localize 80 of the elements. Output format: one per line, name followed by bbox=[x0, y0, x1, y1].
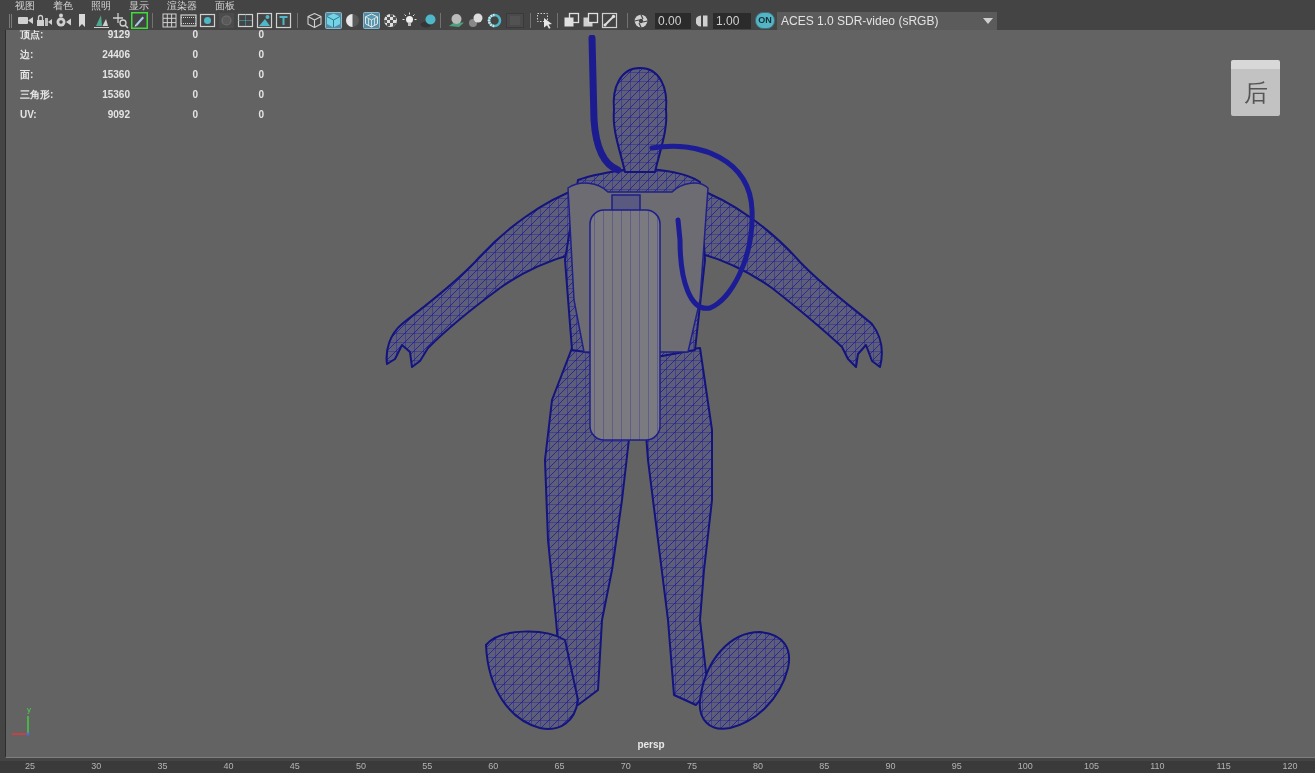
menu-item[interactable]: 照明 bbox=[91, 0, 111, 11]
camera-lock-icon[interactable] bbox=[36, 12, 53, 29]
stat-value: 0 bbox=[258, 30, 264, 40]
two-spheres-icon[interactable] bbox=[467, 12, 484, 29]
pencil-icon[interactable] bbox=[131, 12, 148, 29]
stat-label: UV: bbox=[20, 109, 37, 120]
dotted-cross-icon[interactable] bbox=[237, 12, 254, 29]
menu-item[interactable]: 渲染器 bbox=[167, 0, 197, 11]
checker-circle-icon[interactable] bbox=[382, 12, 399, 29]
stat-value: 0 bbox=[192, 50, 198, 60]
menu-item[interactable]: 面板 bbox=[215, 0, 235, 11]
stat-value: 0 bbox=[258, 70, 264, 80]
sphere-shadow-icon[interactable] bbox=[420, 12, 437, 29]
stacked-squares-icon[interactable] bbox=[582, 12, 599, 29]
stat-value: 0 bbox=[192, 30, 198, 40]
axis-gizmo-icon bbox=[12, 716, 32, 736]
frame-number: 65 bbox=[554, 761, 565, 771]
light-bulb-icon[interactable] bbox=[401, 12, 418, 29]
dotted-select-cursor-icon[interactable] bbox=[536, 12, 553, 29]
stat-label: 三角形: bbox=[20, 89, 54, 100]
frame-number: 115 bbox=[1216, 761, 1231, 771]
sphere-on-plane-icon[interactable] bbox=[448, 12, 465, 29]
stat-label: 边: bbox=[20, 49, 34, 60]
stat-value: 0 bbox=[258, 110, 264, 120]
stat-value: 9129 bbox=[107, 30, 130, 40]
picture-icon[interactable] bbox=[256, 12, 273, 29]
frame-number: 85 bbox=[819, 761, 830, 771]
film-strip-icon[interactable] bbox=[180, 12, 197, 29]
circle-in-square-icon[interactable] bbox=[199, 12, 216, 29]
stat-value: 15360 bbox=[102, 70, 130, 80]
frame-number: 25 bbox=[25, 761, 35, 771]
contrast-icon[interactable] bbox=[696, 14, 708, 27]
frame-number: 100 bbox=[1017, 761, 1033, 771]
color-management-button[interactable]: ON bbox=[755, 12, 775, 29]
frame-number: 95 bbox=[951, 761, 962, 771]
frame-number: 110 bbox=[1150, 761, 1165, 771]
stat-value: 24406 bbox=[102, 50, 130, 60]
frame-number: 45 bbox=[289, 761, 300, 771]
move-magnifier-icon[interactable] bbox=[112, 12, 129, 29]
menu-item[interactable]: 视图 bbox=[15, 0, 35, 11]
frame-number: 80 bbox=[753, 761, 764, 771]
overlapping-squares-icon[interactable] bbox=[563, 12, 580, 29]
frame-number: 50 bbox=[355, 761, 366, 771]
ring-icon[interactable] bbox=[486, 12, 503, 29]
stat-value: 0 bbox=[192, 90, 198, 100]
stat-value: 0 bbox=[192, 70, 198, 80]
gamma-field[interactable]: 1.00 bbox=[713, 12, 751, 29]
frame-number: 75 bbox=[686, 761, 697, 771]
stat-label: 面: bbox=[20, 69, 34, 80]
exposure-field[interactable]: 0.00 bbox=[655, 12, 691, 29]
frame-number: 90 bbox=[885, 761, 896, 771]
blank-tile-icon[interactable] bbox=[505, 12, 525, 29]
frame-number: 70 bbox=[620, 761, 631, 771]
title-frame-icon[interactable] bbox=[275, 12, 292, 29]
camera-gear-icon[interactable] bbox=[55, 12, 72, 29]
stat-value: 0 bbox=[192, 110, 198, 120]
camera-name: persp bbox=[637, 740, 665, 750]
frame-number: 120 bbox=[1282, 761, 1298, 771]
stat-label: 顶点: bbox=[20, 30, 44, 40]
frame-number: 40 bbox=[223, 761, 234, 771]
menu-item[interactable]: 着色 bbox=[53, 0, 73, 11]
stat-value: 15360 bbox=[102, 90, 130, 100]
menu-item[interactable]: 显示 bbox=[129, 0, 149, 11]
frame-number: 105 bbox=[1084, 761, 1100, 771]
stat-value: 0 bbox=[258, 90, 264, 100]
wireframe-cube-icon[interactable] bbox=[306, 12, 323, 29]
frame-number: 30 bbox=[91, 761, 102, 771]
frame-number: 60 bbox=[488, 761, 499, 771]
view-cube[interactable]: 后 bbox=[1231, 60, 1280, 116]
axis-label: y bbox=[27, 706, 31, 714]
stat-value: 0 bbox=[258, 50, 264, 60]
half-shaded-circle-icon[interactable] bbox=[344, 12, 361, 29]
grid-icon[interactable] bbox=[161, 12, 178, 29]
aperture-icon[interactable] bbox=[634, 13, 648, 28]
frame-number: 55 bbox=[422, 761, 433, 771]
frame-number: 35 bbox=[157, 761, 168, 771]
view-transform-dropdown[interactable]: ACES 1.0 SDR-video (sRGB) bbox=[777, 11, 997, 30]
stat-value: 9092 bbox=[107, 110, 130, 120]
caret-down-icon[interactable] bbox=[983, 17, 993, 24]
diagonal-bone-square-icon[interactable] bbox=[601, 12, 618, 29]
